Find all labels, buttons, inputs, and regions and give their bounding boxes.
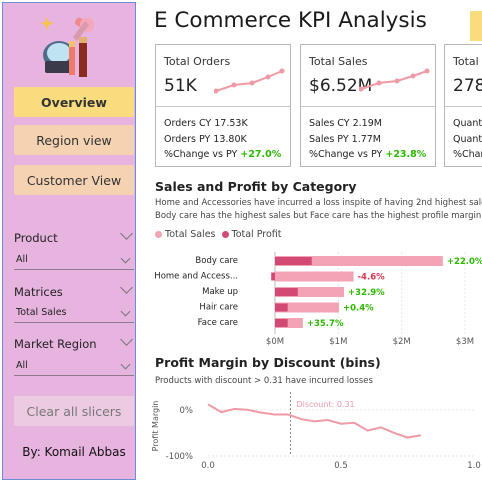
nav-customer-view-button[interactable]: Customer View [14, 165, 134, 195]
sidebar: Overview Region view Customer View Produ… [2, 2, 136, 480]
profit-bar [271, 272, 275, 281]
nav-overview-button[interactable]: Overview [14, 87, 134, 117]
matrices-dropdown-value: Total Sales [16, 307, 67, 318]
sales-bar [275, 271, 354, 282]
product-dropdown[interactable]: All [14, 253, 134, 270]
kpi-change-label: %Change vs PY [164, 149, 241, 160]
kpi-cy-row: Sales CY 2.19M [309, 118, 382, 129]
kpi-change-value: +27.0% [240, 149, 282, 160]
sales-profit-note-1: Home and Accessories have incurred a los… [155, 198, 482, 208]
kpi-card-quantity[interactable]: Total C 278K Quanti Quanti %Chan [444, 44, 482, 167]
y-tick-label: -100% [166, 452, 193, 462]
matrices-slicer-label: Matrices [14, 285, 63, 299]
y-tick-label: 0% [180, 406, 194, 416]
x-tick-label: $0M [266, 337, 284, 347]
category-label: Hair care [199, 303, 238, 313]
legend-profit-label: Total Profit [231, 229, 282, 240]
x-tick-label: 0.5 [334, 461, 348, 471]
data-label: +35.7% [307, 319, 344, 329]
clear-slicers-button[interactable]: Clear all slicers [14, 396, 134, 426]
title-accent-bar [470, 11, 482, 41]
kpi-value: 278K [453, 76, 482, 96]
sparkline [359, 68, 430, 92]
category-label: Home and Access... [154, 272, 238, 282]
profit-margin-line-chart[interactable]: Profit Margin 0% -100% 0.0 0.5 1.0 Discount: 0… [150, 390, 482, 476]
chevron-down-icon[interactable] [120, 227, 133, 240]
profit-bar [275, 319, 288, 327]
divider [156, 106, 290, 107]
kpi-py-row: Quanti [453, 134, 482, 145]
sales-profit-title: Sales and Profit by Category [155, 179, 357, 194]
x-tick-label: 1.0 [467, 461, 481, 471]
data-label: -4.6% [358, 273, 386, 283]
legend-profit-swatch [221, 231, 229, 238]
profit-margin-note: Products with discount > 0.31 have incur… [155, 376, 373, 386]
kpi-py-row: Sales PY 1.77M [309, 134, 381, 145]
reference-label: Discount: 0.31 [296, 400, 354, 409]
kpi-change-row: %Change vs PY +23.8% [309, 149, 426, 160]
x-tick-label: $3M [456, 337, 474, 347]
market-region-slicer-label: Market Region [14, 337, 97, 351]
kpi-change-row: %Change vs PY +27.0% [164, 149, 281, 160]
profit-margin-title: Profit Margin by Discount (bins) [155, 355, 381, 370]
page-title: E Commerce KPI Analysis [154, 8, 427, 33]
chevron-down-icon[interactable] [120, 281, 133, 294]
kpi-card-orders[interactable]: Total Orders 51K Orders CY 17.53K Orders… [155, 44, 291, 167]
category-label: Make up [202, 287, 238, 297]
x-tick-label: $1M [329, 337, 347, 347]
category-label: Face care [198, 318, 238, 328]
sales-profit-note-2: Body care has the highest sales but Face… [155, 211, 482, 221]
data-label: +0.4% [343, 304, 374, 314]
kpi-change-row: %Chan [453, 149, 482, 160]
kpi-cy-row: Quanti [453, 118, 482, 129]
kpi-change-label: %Change vs PY [309, 149, 386, 160]
chevron-down-icon [120, 359, 131, 370]
sales-profit-bar-chart[interactable]: $0M $1M $2M $3M Body care +22.0% Home and Acce… [150, 248, 482, 348]
author-byline: By: Komail Abbas [22, 445, 126, 459]
kpi-change-value: +23.8% [385, 149, 427, 160]
divider [301, 106, 435, 107]
profit-bar [275, 257, 312, 265]
profit-bar [275, 303, 288, 312]
chevron-down-icon[interactable] [120, 333, 133, 346]
kpi-cy-row: Orders CY 17.53K [164, 118, 248, 129]
chart-legend: Total Sales Total Profit [155, 229, 282, 240]
kpi-label: Total C [453, 55, 482, 68]
y-axis-label: Profit Margin [151, 401, 160, 452]
cosmetics-logo-icon [40, 17, 94, 77]
data-label: +32.9% [348, 288, 385, 298]
category-label: Body care [195, 256, 238, 266]
x-tick-label: 0.0 [201, 461, 215, 471]
divider [445, 106, 482, 107]
x-tick-label: $2M [393, 337, 411, 347]
profit-bar [275, 288, 298, 296]
chevron-down-icon [120, 306, 131, 317]
product-slicer-label: Product [14, 231, 58, 245]
kpi-value: 51K [164, 76, 197, 96]
profit-margin-line [207, 403, 421, 439]
nav-region-view-button[interactable]: Region view [14, 125, 134, 155]
kpi-card-sales[interactable]: Total Sales $6.52M Sales CY 2.19M Sales … [300, 44, 436, 167]
data-label: +22.0% [447, 257, 482, 267]
legend-sales-label: Total Sales [165, 229, 216, 240]
matrices-dropdown[interactable]: Total Sales [14, 306, 134, 323]
market-region-dropdown[interactable]: All [14, 359, 134, 376]
sparkline [214, 68, 285, 94]
product-dropdown-value: All [16, 254, 28, 265]
market-region-dropdown-value: All [16, 360, 28, 371]
legend-sales-swatch [155, 231, 162, 238]
chevron-down-icon [120, 253, 131, 264]
kpi-py-row: Orders PY 13.80K [164, 134, 247, 145]
